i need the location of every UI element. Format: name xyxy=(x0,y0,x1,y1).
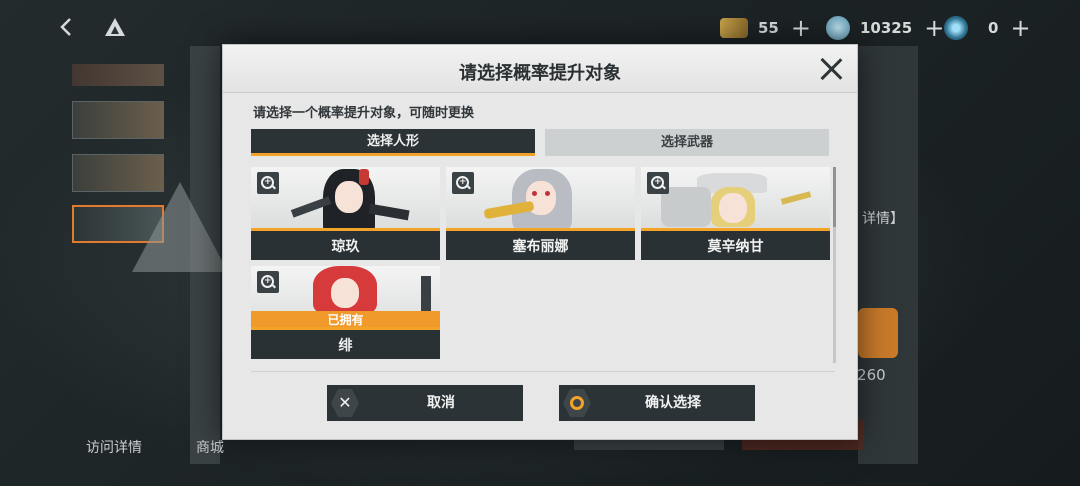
scrollbar-thumb[interactable] xyxy=(833,167,836,227)
divider xyxy=(251,371,835,372)
scrollbar[interactable] xyxy=(833,167,836,363)
background-panel xyxy=(858,46,918,464)
ring-icon xyxy=(570,396,584,410)
background-emblem xyxy=(132,182,228,272)
currency-value: 0 xyxy=(988,19,999,37)
currency-value: 55 xyxy=(758,19,779,37)
character-portrait: + xyxy=(641,167,830,231)
character-name: 琼玖 xyxy=(331,239,360,255)
zoom-icon[interactable]: + xyxy=(647,172,669,194)
character-art xyxy=(719,193,747,223)
crystal-icon xyxy=(826,16,850,40)
confirm-button-label: 确认选择 xyxy=(645,395,701,411)
character-art xyxy=(421,276,431,316)
character-name: 莫辛纳甘 xyxy=(707,239,764,255)
orb-icon xyxy=(944,16,968,40)
character-art xyxy=(532,191,537,196)
add-currency-button[interactable]: + xyxy=(791,16,811,40)
ticket-icon xyxy=(720,18,748,38)
rate-up-selection-dialog: 请选择概率提升对象 请选择一个概率提升对象，可随时更换 选择人形 选择武器 + … xyxy=(222,44,858,440)
dialog-header: 请选择概率提升对象 xyxy=(223,45,857,93)
character-art xyxy=(335,181,363,213)
x-icon: ✕ xyxy=(338,393,352,412)
character-art xyxy=(331,278,359,308)
character-card[interactable]: + 已拥有 绯 xyxy=(251,266,440,359)
character-grid: + 琼玖 + 塞布丽娜 + 莫辛纳甘 + 已拥有 绯 xyxy=(251,167,835,367)
background-badge xyxy=(858,308,898,358)
character-card[interactable]: + 莫辛纳甘 xyxy=(641,167,830,260)
character-art xyxy=(359,169,369,185)
zoom-icon[interactable]: + xyxy=(257,271,279,293)
background-detail-text: 详情】 xyxy=(862,211,904,227)
currency-value: 10325 xyxy=(860,19,913,37)
owned-badge: 已拥有 xyxy=(251,311,440,327)
visit-details-link: 访问详情 xyxy=(86,440,142,456)
confirm-button[interactable]: 确认选择 xyxy=(559,385,755,421)
dialog-title: 请选择概率提升对象 xyxy=(459,63,621,84)
zoom-icon[interactable]: + xyxy=(257,172,279,194)
add-currency-button[interactable]: + xyxy=(924,16,944,40)
logo-icon[interactable] xyxy=(104,16,126,38)
character-card[interactable]: + 琼玖 xyxy=(251,167,440,260)
character-name: 塞布丽娜 xyxy=(512,239,569,255)
tab-select-doll[interactable]: 选择人形 xyxy=(251,129,535,156)
currency-crystal: 10325 + xyxy=(826,14,944,42)
character-portrait: + 已拥有 xyxy=(251,266,440,330)
currency-orb: 0 + xyxy=(944,14,1031,42)
character-name: 绯 xyxy=(338,338,353,354)
character-art xyxy=(780,191,812,205)
zoom-icon[interactable]: + xyxy=(452,172,474,194)
character-art xyxy=(545,191,550,196)
background-thumbnail xyxy=(72,101,164,139)
currency-ticket: 55 + xyxy=(720,14,811,42)
cancel-button[interactable]: ✕ 取消 xyxy=(327,385,523,421)
background-thumbnail xyxy=(72,64,164,86)
tab-select-weapon[interactable]: 选择武器 xyxy=(545,129,829,156)
dialog-subtitle: 请选择一个概率提升对象，可随时更换 xyxy=(253,106,475,121)
character-portrait: + xyxy=(446,167,635,231)
close-icon[interactable] xyxy=(819,57,843,81)
add-currency-button[interactable]: + xyxy=(1010,16,1030,40)
shop-link: 商城 xyxy=(196,440,224,456)
character-portrait: + xyxy=(251,167,440,231)
character-card[interactable]: + 塞布丽娜 xyxy=(446,167,635,260)
cancel-button-label: 取消 xyxy=(427,395,455,411)
back-arrow-icon[interactable] xyxy=(56,16,78,38)
